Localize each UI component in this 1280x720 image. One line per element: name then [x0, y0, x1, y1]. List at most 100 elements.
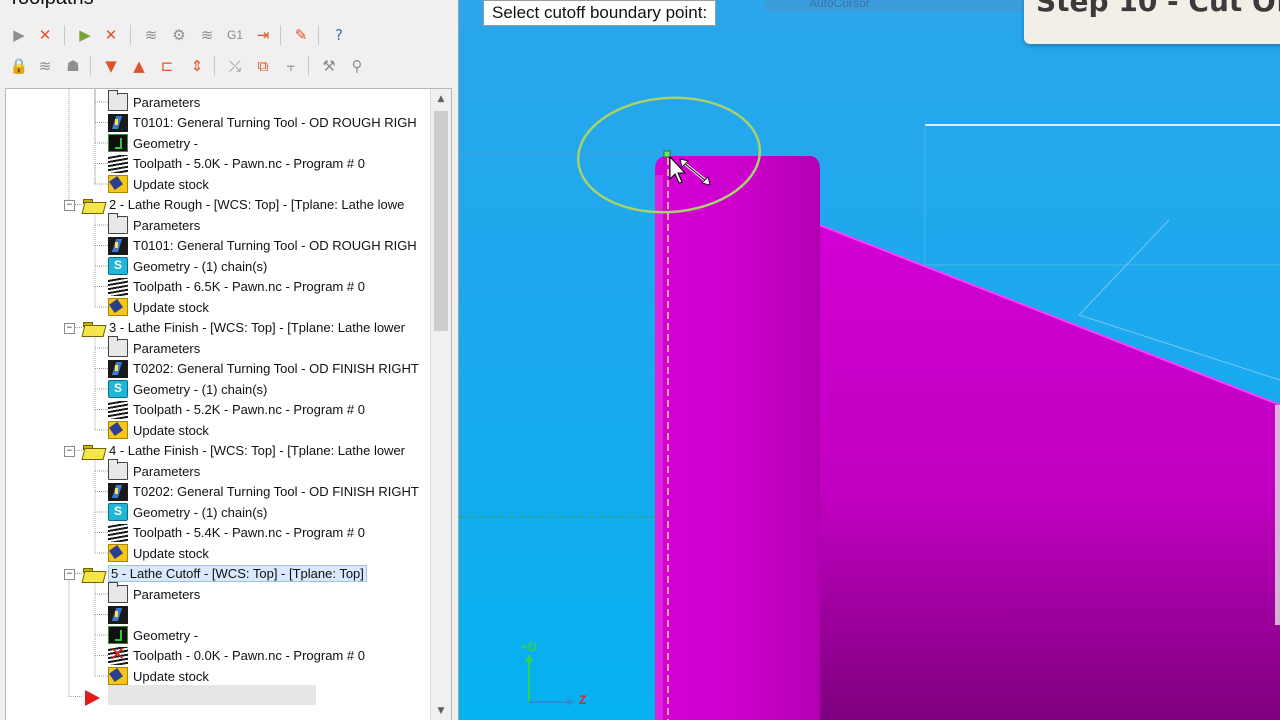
toolbar-separator [64, 25, 65, 45]
collapse-toggle-icon[interactable]: − [64, 322, 75, 334]
insert-arrow-row[interactable] [83, 687, 108, 707]
tree-item-tool[interactable] [108, 605, 133, 625]
tree-item-tool[interactable]: T0101: General Turning Tool - OD ROUGH R… [108, 113, 417, 133]
operation-row[interactable]: 4 - Lathe Finish - [WCS: Top] - [Tplane:… [82, 441, 405, 461]
tree-item-stock[interactable]: Update stock [108, 666, 209, 686]
toolbar-separator [214, 56, 215, 76]
deselect-all-icon[interactable]: ✕ [34, 22, 56, 48]
tree-item-tool[interactable]: T0202: General Turning Tool - OD FINISH … [108, 359, 419, 379]
tree-item-label: T0101: General Turning Tool - OD ROUGH R… [133, 238, 417, 253]
parameters-folder-icon [108, 90, 128, 111]
tree-item-geometry[interactable]: Geometry - [108, 625, 198, 645]
tree-item-geometry-chain[interactable]: Geometry - (1) chain(s) [108, 256, 267, 276]
move-up-icon[interactable]: ▲ [128, 53, 150, 79]
tree-item-toolpath[interactable]: Toolpath - 6.5K - Pawn.nc - Program # 0 [108, 277, 365, 297]
tree-item-label: 3 - Lathe Finish - [WCS: Top] - [Tplane:… [109, 320, 406, 335]
scroll-insert-icon[interactable]: ⇕ [186, 53, 208, 79]
tree-item-parameters[interactable]: Parameters [108, 90, 201, 112]
tree-item-parameters[interactable]: Parameters [108, 582, 201, 604]
tree-item-label: Parameters [133, 94, 201, 110]
toolbar-separator [280, 25, 281, 45]
help-icon[interactable]: ? [328, 22, 350, 48]
collapse-toggle-icon[interactable]: − [64, 445, 75, 457]
tree-item-geometry[interactable]: Geometry - [108, 133, 198, 153]
tree-item-toolpath[interactable]: Toolpath - 5.0K - Pawn.nc - Program # 0 [108, 154, 365, 174]
tree-item-geometry-chain[interactable]: Geometry - (1) chain(s) [108, 379, 267, 399]
g1-post-icon[interactable]: G1 [224, 22, 246, 48]
tool-icon [108, 605, 128, 624]
tree-item-stock[interactable]: Update stock [108, 297, 209, 317]
only-display-associated-icon[interactable]: ⧉ [252, 53, 274, 79]
collapse-toggle-icon[interactable]: − [64, 199, 75, 211]
graphics-viewport[interactable]: Select cutoff boundary point: AutoCursor… [459, 0, 1280, 720]
scroll-up-arrow-icon[interactable]: ▲ [431, 89, 451, 109]
regenerate-dirty-icon[interactable]: ✕ [100, 22, 122, 48]
tree-item-label: Toolpath - 5.4K - Pawn.nc - Program # 0 [133, 525, 365, 540]
axis-label-z: Z [579, 693, 587, 707]
operation-row[interactable]: 2 - Lathe Rough - [WCS: Top] - [Tplane: … [82, 195, 404, 215]
tree-item-label: T0101: General Turning Tool - OD ROUGH R… [133, 115, 417, 130]
operation-folder-icon [82, 197, 104, 213]
operation-folder-icon [82, 566, 104, 582]
insert-arrow-target[interactable] [108, 685, 316, 705]
part-scene[interactable] [459, 0, 1280, 720]
toggle-posting-icon[interactable]: ≋ [34, 53, 56, 79]
tree-scrollbar[interactable]: ▲ ▼ [430, 89, 451, 720]
select-all-dirty-icon[interactable]: ▶ [74, 22, 96, 48]
tree-item-label: Update stock [133, 299, 209, 315]
tree-item-toolpath[interactable]: Toolpath - 5.2K - Pawn.nc - Program # 0 [108, 400, 365, 420]
insert-after-icon[interactable]: ⊏ [156, 53, 178, 79]
select-all-operations-icon[interactable]: ▶ [8, 22, 30, 48]
part-body[interactable] [819, 225, 1280, 720]
tree-item-parameters[interactable]: Parameters [108, 336, 200, 358]
tree-item-tool[interactable]: T0101: General Turning Tool - OD ROUGH R… [108, 236, 417, 256]
tree-item-parameters[interactable]: Parameters [108, 213, 200, 235]
stock-model-icon[interactable]: ⫟ [280, 53, 302, 79]
operations-tree[interactable]: Parameters T0101: General Turning Tool - … [5, 88, 452, 720]
move-down-icon[interactable]: ▼ [100, 53, 122, 79]
autocursor-toolbar[interactable] [765, 0, 1035, 12]
panel-title: Toolpaths [8, 0, 94, 10]
toolbar-separator [130, 25, 131, 45]
tree-item-stock[interactable]: Update stock [108, 174, 209, 194]
part-neck[interactable] [655, 156, 820, 720]
neck-edge [655, 175, 663, 720]
tree-item-label: Parameters [133, 586, 201, 602]
parameters-folder-icon [108, 336, 128, 357]
tree-item-stock[interactable]: Update stock [108, 420, 209, 440]
tree-item-label: Toolpath - 6.5K - Pawn.nc - Program # 0 [133, 279, 365, 294]
tree-item-label: T0202: General Turning Tool - OD FINISH … [133, 484, 419, 499]
tree-item-tool[interactable]: T0202: General Turning Tool - OD FINISH … [108, 482, 419, 502]
tree-item-toolpath-dirty[interactable]: Toolpath - 0.0K - Pawn.nc - Program # 0 [108, 644, 365, 666]
verify-icon[interactable]: ≋ [196, 22, 218, 48]
toolpath-editor-icon[interactable]: ⚲ [346, 53, 368, 79]
tree-item-label: Toolpath - 5.0K - Pawn.nc - Program # 0 [133, 156, 365, 171]
tree-item-toolpath[interactable]: Toolpath - 5.4K - Pawn.nc - Program # 0 [108, 523, 365, 543]
toolbar-separator [308, 56, 309, 76]
lock-icon[interactable]: 🔒 [8, 53, 30, 79]
ghost-display-icon[interactable]: ☗ [62, 53, 84, 79]
collapse-toggle-icon[interactable]: − [64, 568, 75, 580]
operation-row[interactable]: 5 - Lathe Cutoff - [WCS: Top] - [Tplane:… [82, 564, 367, 584]
step-title: Step 10 - Cut Off [1036, 0, 1280, 18]
axis-label-d: +D [521, 640, 537, 654]
boundary-point-marker[interactable] [663, 150, 671, 158]
scroll-thumb[interactable] [434, 111, 448, 331]
highfeed-icon[interactable]: ✎ [290, 22, 312, 48]
tree-item-label: Update stock [133, 176, 209, 192]
tree-item-stock[interactable]: Update stock [108, 543, 209, 563]
backplot-icon[interactable]: ⚙ [168, 22, 190, 48]
autocursor-label[interactable]: AutoCursor [809, 0, 870, 10]
tree-item-label: T0202: General Turning Tool - OD FINISH … [133, 361, 419, 376]
scroll-down-arrow-icon[interactable]: ▼ [431, 701, 451, 720]
parameters-folder-icon [108, 459, 128, 480]
toggle-display-icon[interactable]: ≋ [140, 22, 162, 48]
tree-item-geometry-chain[interactable]: Geometry - (1) chain(s) [108, 502, 267, 522]
operation-row[interactable]: 3 - Lathe Finish - [WCS: Top] - [Tplane:… [82, 318, 405, 338]
tree-item-parameters[interactable]: Parameters [108, 459, 200, 481]
only-display-selected-icon[interactable]: ⤯ [224, 53, 246, 79]
tool-icon [108, 482, 128, 501]
update-stock-icon [108, 544, 128, 562]
tool-manager-icon[interactable]: ⚒ [318, 53, 340, 79]
post-selected-icon[interactable]: ⇥ [252, 22, 274, 48]
